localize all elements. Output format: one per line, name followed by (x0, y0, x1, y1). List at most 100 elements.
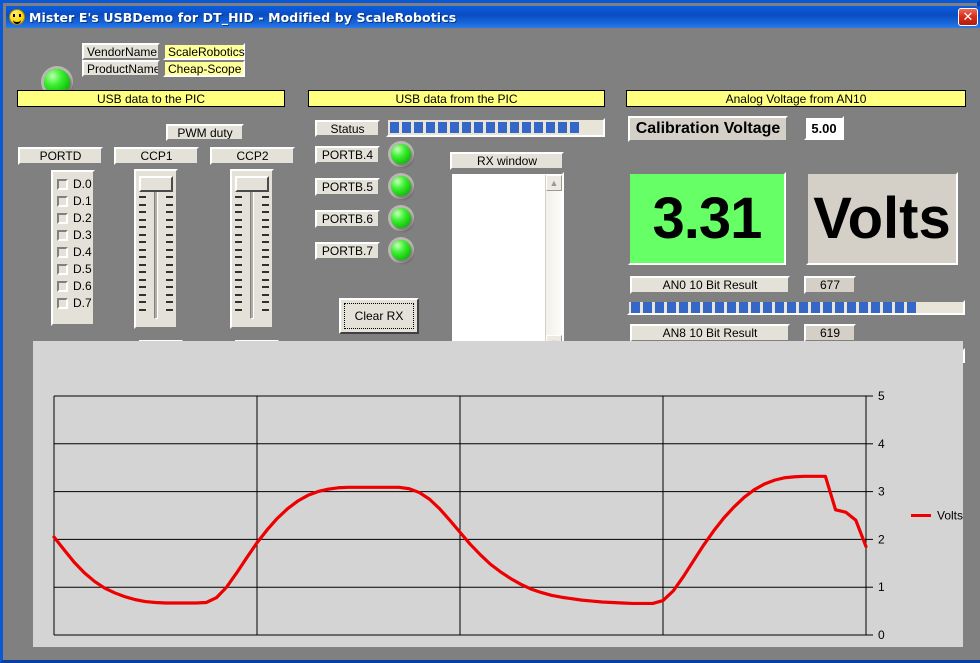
progress-block (546, 122, 555, 133)
checkbox-d4[interactable]: D.4 (57, 244, 93, 260)
client-area: VendorName: ProductName: ScaleRobotics C… (6, 28, 980, 660)
slider-tick (235, 249, 242, 251)
progress-block (462, 122, 471, 133)
progress-block (715, 302, 724, 313)
checkbox-label: D.0 (73, 177, 92, 191)
portb5-label: PORTB.5 (315, 178, 380, 196)
ccp2-label: CCP2 (210, 147, 295, 165)
voltage-unit-label: Volts (806, 172, 958, 265)
slider-tick (235, 294, 242, 296)
checkbox-box[interactable] (57, 196, 68, 207)
slider-tick (235, 234, 242, 236)
slider-thumb[interactable] (235, 176, 269, 192)
checkbox-box[interactable] (57, 247, 68, 258)
slider-tick (235, 211, 242, 213)
chevron-up-icon[interactable]: ▲ (546, 175, 562, 191)
checkbox-box[interactable] (57, 230, 68, 241)
slider-tick (139, 286, 146, 288)
checkbox-label: D.4 (73, 245, 92, 259)
slider-tick (262, 241, 269, 243)
checkbox-box[interactable] (57, 264, 68, 275)
slider-tick (235, 204, 242, 206)
slider-tick (139, 301, 146, 303)
progress-block (486, 122, 495, 133)
checkbox-d3[interactable]: D.3 (57, 227, 93, 243)
portd-label: PORTD (18, 147, 103, 165)
progress-block (751, 302, 760, 313)
slider-tick (166, 234, 173, 236)
smiley-icon (9, 9, 25, 25)
progress-block (739, 302, 748, 313)
slider-tick (139, 226, 146, 228)
slider-tick (139, 204, 146, 206)
slider-tick (262, 271, 269, 273)
portd-checkbox-group: D.0 D.1 D.2 D.3 D.4 D.5 (51, 170, 95, 326)
slider-tick (166, 204, 173, 206)
chart-ytick-label: 4 (878, 437, 885, 451)
slider-tick (166, 256, 173, 258)
ccp1-slider[interactable] (134, 169, 178, 329)
checkbox-d1[interactable]: D.1 (57, 193, 93, 209)
clear-rx-button[interactable]: Clear RX (339, 298, 419, 334)
slider-tick (139, 256, 146, 258)
slider-tick (166, 226, 173, 228)
progress-block (775, 302, 784, 313)
an0-progress-bar (627, 300, 965, 315)
slider-ticks-right (262, 181, 269, 319)
checkbox-d5[interactable]: D.5 (57, 261, 93, 277)
usb-from-pic-header: USB data from the PIC (308, 90, 605, 107)
chart-ytick-label: 2 (878, 532, 885, 546)
slider-tick (166, 271, 173, 273)
checkbox-box[interactable] (57, 179, 68, 190)
ccp1-label: CCP1 (114, 147, 199, 165)
checkbox-d0[interactable]: D.0 (57, 176, 93, 192)
slider-thumb[interactable] (139, 176, 173, 192)
progress-block (679, 302, 688, 313)
checkbox-label: D.7 (73, 296, 92, 310)
pwm-duty-label: PWM duty (166, 124, 244, 141)
rx-window[interactable]: ▲ ▼ (450, 172, 564, 354)
slider-tick (139, 211, 146, 213)
status-label: Status (315, 120, 380, 137)
progress-block (426, 122, 435, 133)
slider-tick (262, 219, 269, 221)
progress-block (895, 302, 904, 313)
slider-tick (166, 301, 173, 303)
checkbox-d7[interactable]: D.7 (57, 295, 93, 311)
vendor-name-label: VendorName: (82, 43, 160, 60)
checkbox-label: D.1 (73, 194, 92, 208)
checkbox-d2[interactable]: D.2 (57, 210, 93, 226)
slider-groove (154, 179, 158, 319)
progress-block (859, 302, 868, 313)
application-window: Mister E's USBDemo for DT_HID - Modified… (0, 0, 980, 663)
chart-ytick-label: 3 (878, 485, 885, 499)
progress-block (510, 122, 519, 133)
checkbox-box[interactable] (57, 213, 68, 224)
rx-scrollbar[interactable]: ▲ ▼ (545, 175, 561, 351)
progress-block (823, 302, 832, 313)
close-icon[interactable]: ✕ (958, 8, 978, 26)
status-progress-bar (386, 118, 605, 137)
slider-tick (262, 211, 269, 213)
slider-tick (166, 286, 173, 288)
an0-result-label: AN0 10 Bit Result (630, 276, 790, 294)
voltage-readout: 3.31 (628, 172, 786, 265)
slider-tick (139, 264, 146, 266)
slider-tick (235, 256, 242, 258)
checkbox-box[interactable] (57, 298, 68, 309)
slider-tick (235, 271, 242, 273)
progress-block (655, 302, 664, 313)
progress-block (414, 122, 423, 133)
checkbox-d6[interactable]: D.6 (57, 278, 93, 294)
ccp2-slider[interactable] (230, 169, 274, 329)
portb4-led (391, 144, 411, 164)
slider-tick (262, 264, 269, 266)
progress-block (871, 302, 880, 313)
slider-tick (262, 249, 269, 251)
title-bar: Mister E's USBDemo for DT_HID - Modified… (6, 6, 980, 28)
progress-block (667, 302, 676, 313)
calibration-voltage-field[interactable]: 5.00 (804, 116, 844, 140)
checkbox-box[interactable] (57, 281, 68, 292)
chart-ytick-label: 0 (878, 628, 885, 642)
progress-block (811, 302, 820, 313)
